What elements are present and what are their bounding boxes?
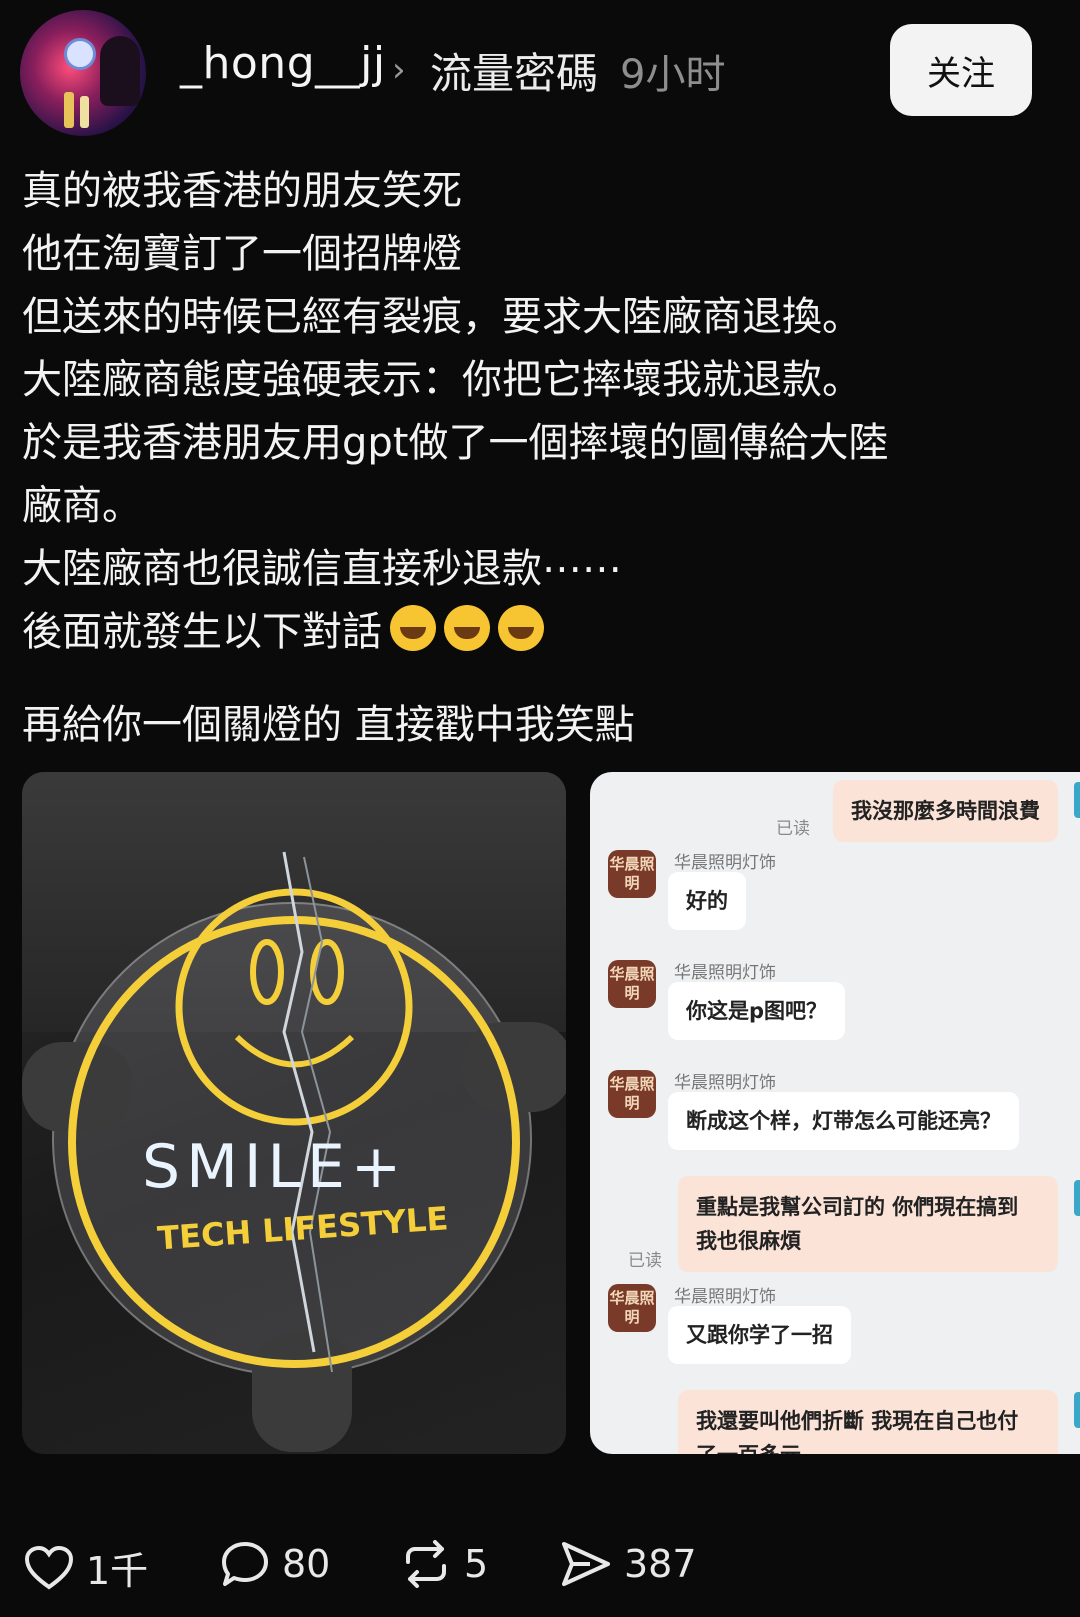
- post-line: 真的被我香港的朋友笑死: [22, 168, 462, 214]
- comment-button[interactable]: 80: [220, 1540, 330, 1588]
- shop-avatar: 华晨照明: [608, 1284, 656, 1332]
- post-time: 9小时: [620, 52, 726, 98]
- topic-tag[interactable]: 流量密碼: [430, 40, 598, 101]
- chat-screenshot[interactable]: 我沒那麼多時間浪費 已读 华晨照明 华晨照明灯饰 好的 华晨照明 华晨照明灯饰 …: [590, 772, 1080, 1454]
- chat-bubble-line: 了一百多元: [696, 1438, 1040, 1454]
- user-avatar-edge: [1074, 1180, 1080, 1216]
- action-bar: 1千 80 5 387: [0, 1530, 1080, 1610]
- sign-subtext: TECH LIFESTYLE: [156, 1199, 449, 1257]
- share-button[interactable]: 387: [560, 1540, 697, 1588]
- chat-bubble-left: 断成这个样，灯带怎么可能还亮？: [668, 1092, 1019, 1150]
- avatar-bottle-detail: [64, 92, 74, 128]
- repost-count: 5: [464, 1542, 489, 1586]
- post-second-paragraph: 再給你一個關燈的 直接戳中我笑點: [22, 702, 635, 748]
- post-header: _hong__jj › 流量密碼 9小时 关注: [0, 0, 1080, 150]
- shop-avatar: 华晨照明: [608, 850, 656, 898]
- like-count: 1千: [86, 1549, 149, 1593]
- shop-name: 华晨照明灯饰: [674, 963, 776, 983]
- comment-icon: [222, 1542, 268, 1586]
- sign-text: SMILE+: [142, 1132, 407, 1202]
- follow-button[interactable]: 关注: [890, 24, 1032, 116]
- chevron-right-icon: ›: [392, 50, 406, 90]
- laughing-emoji-icon: [444, 605, 490, 651]
- comment-count: 80: [282, 1542, 331, 1586]
- like-button[interactable]: 1千: [24, 1540, 148, 1595]
- neon-sign-graphic: SMILE+ TECH LIFESTYLE: [68, 851, 520, 1373]
- post-line: 他在淘寶訂了一個招牌燈: [22, 231, 462, 277]
- shop-name: 华晨照明灯饰: [674, 1073, 776, 1093]
- shop-avatar: 华晨照明: [608, 1070, 656, 1118]
- chat-bubble-left: 好的: [668, 872, 746, 930]
- avatar[interactable]: [20, 10, 146, 136]
- read-label: 已读: [776, 819, 810, 839]
- laughing-emoji-icon: [498, 605, 544, 651]
- shop-avatar: 华晨照明: [608, 960, 656, 1008]
- post-line-with-emoji: 後面就發生以下對話: [22, 601, 1052, 664]
- chat-bubble-line: 重點是我幫公司訂的 你們現在搞到: [696, 1195, 1019, 1219]
- post-line: 後面就發生以下對話: [22, 609, 382, 655]
- chat-bubble-right: 重點是我幫公司訂的 你們現在搞到 我也很麻煩: [678, 1176, 1058, 1272]
- laughing-emoji-icon: [390, 605, 436, 651]
- avatar-clock-detail: [64, 38, 96, 70]
- post-line: 於是我香港朋友用gpt做了一個摔壞的圖傳給大陸: [22, 420, 889, 466]
- chat-bubble-left: 又跟你学了一招: [668, 1306, 851, 1364]
- chat-bubble-right: 我還要叫他們折斷 我現在自己也付 了一百多元: [678, 1390, 1058, 1454]
- post-line: 但送來的時候已經有裂痕，要求大陸廠商退換。: [22, 294, 862, 340]
- post-line: 大陸廠商態度強硬表示：你把它摔壞我就退款。: [22, 357, 862, 403]
- user-avatar-edge: [1074, 782, 1080, 818]
- share-count: 387: [624, 1542, 697, 1586]
- broken-sign-photo[interactable]: SMILE+ TECH LIFESTYLE: [22, 772, 566, 1454]
- heart-icon: [24, 1545, 74, 1589]
- username[interactable]: _hong__jj: [180, 38, 386, 89]
- chat-bubble-right: 我沒那麼多時間浪費: [833, 780, 1058, 842]
- post-body: 真的被我香港的朋友笑死 他在淘寶訂了一個招牌燈 但送來的時候已經有裂痕，要求大陸…: [22, 160, 1052, 664]
- post-line: 廠商。: [22, 483, 142, 529]
- read-label: 已读: [628, 1251, 662, 1271]
- chat-bubble-line: 我也很麻煩: [696, 1229, 801, 1253]
- avatar-person-detail: [100, 36, 140, 106]
- chat-bubble-left: 你这是p图吧？: [668, 982, 846, 1040]
- repost-icon: [406, 1540, 446, 1588]
- avatar-bottle-detail: [80, 96, 89, 128]
- shop-name: 华晨照明灯饰: [674, 853, 776, 873]
- repost-button[interactable]: 5: [400, 1540, 488, 1588]
- share-icon: [562, 1542, 610, 1586]
- shop-name: 华晨照明灯饰: [674, 1287, 776, 1307]
- user-avatar-edge: [1074, 1392, 1080, 1428]
- post-line: 大陸廠商也很誠信直接秒退款⋯⋯: [22, 546, 622, 592]
- chat-bubble-line: 我還要叫他們折斷 我現在自己也付: [696, 1409, 1019, 1433]
